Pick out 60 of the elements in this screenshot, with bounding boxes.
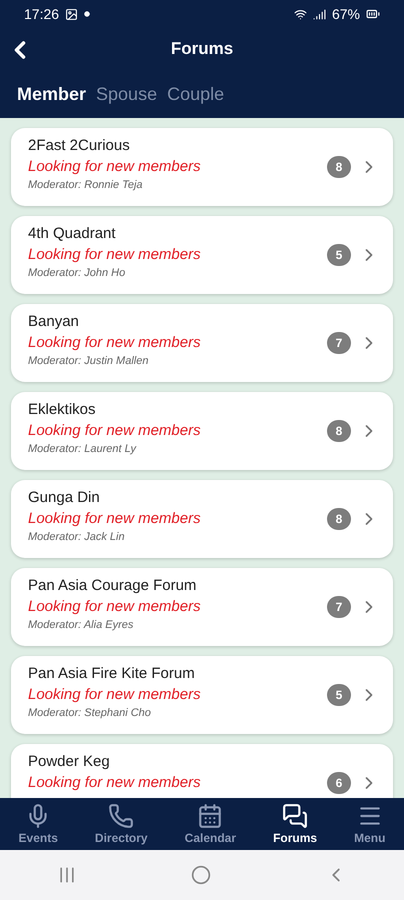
calendar-icon	[197, 803, 224, 829]
member-count: 8	[327, 156, 351, 178]
nav-tab[interactable]: Forums	[273, 803, 318, 845]
moderator-label: Moderator: Justin Mallen	[28, 355, 150, 367]
nav-tab[interactable]: Calendar	[184, 803, 236, 845]
chat-bubbles-icon	[282, 803, 308, 829]
forum-name: Powder Keg	[28, 753, 111, 770]
nav-tab[interactable]: Menu	[354, 803, 386, 845]
forum-status: Looking for new members	[28, 158, 202, 175]
member-count: 5	[327, 244, 351, 266]
forum-name: Banyan	[28, 313, 80, 330]
wifi-icon	[294, 8, 307, 20]
forum-status: Looking for new members	[28, 598, 202, 615]
forum-card[interactable]: Gunga Din Looking for new members Moderator: Jack Lin 8	[11, 480, 393, 558]
moderator-label: Moderator: John Ho	[28, 267, 126, 279]
forum-name: Pan Asia Fire Kite Forum	[28, 665, 196, 682]
battery-percent: 67%	[332, 6, 360, 22]
dot-icon	[84, 11, 90, 17]
forum-name: Gunga Din	[28, 489, 101, 506]
member-count: 8	[327, 508, 351, 530]
forum-card[interactable]: Banyan Looking for new members Moderator: Justin Mallen 7	[11, 304, 393, 382]
member-count: 5	[327, 684, 351, 706]
forum-status: Looking for new members	[28, 774, 202, 791]
member-count: 6	[327, 772, 351, 794]
moderator-label: Moderator: Ronnie Teja	[28, 179, 144, 191]
circle-icon	[191, 865, 211, 885]
image-icon	[65, 8, 78, 20]
moderator-label: Moderator: Alia Eyres	[28, 619, 134, 631]
forum-name: 4th Quadrant	[28, 225, 117, 242]
tab[interactable]: Spouse	[96, 84, 158, 104]
member-count: 7	[327, 332, 351, 354]
home-button[interactable]	[191, 865, 211, 885]
forum-card[interactable]: Pan Asia Courage Forum Looking for new members Moderator: Alia Eyres 7	[11, 568, 393, 646]
forum-name: Eklektikos	[28, 401, 97, 418]
forum-card[interactable]: Powder Keg Looking for new members 6	[11, 744, 393, 798]
tab[interactable]: Member	[17, 84, 86, 104]
status-time: 17:26	[24, 6, 60, 22]
moderator-label: Moderator: Laurent Ly	[28, 443, 138, 455]
member-count: 7	[327, 596, 351, 618]
forum-status: Looking for new members	[28, 686, 202, 703]
page-title: Forums	[170, 39, 234, 59]
nav-tab[interactable]: Directory	[94, 803, 148, 845]
forum-status: Looking for new members	[28, 334, 202, 351]
forum-status: Looking for new members	[28, 422, 202, 439]
forum-name: 2Fast 2Curious	[28, 137, 131, 154]
member-count: 8	[327, 420, 351, 442]
battery-icon	[366, 7, 380, 21]
signal-icon	[312, 8, 326, 20]
nav-tab[interactable]: Events	[18, 803, 58, 845]
forum-status: Looking for new members	[28, 510, 202, 527]
forum-card[interactable]: Pan Asia Fire Kite Forum Looking for new members Moderator: Stephani Cho 5	[11, 656, 393, 734]
forum-status: Looking for new members	[28, 246, 202, 263]
phone-icon	[108, 803, 134, 829]
moderator-label: Moderator: Jack Lin	[28, 531, 126, 543]
tab[interactable]: Couple	[167, 84, 224, 104]
forum-card[interactable]: 4th Quadrant Looking for new members Moderator: John Ho 5	[11, 216, 393, 294]
forum-name: Pan Asia Courage Forum	[28, 577, 198, 594]
moderator-label: Moderator: Stephani Cho	[28, 707, 152, 719]
forum-card[interactable]: 2Fast 2Curious Looking for new members Moderator: Ronnie Teja 8	[11, 128, 393, 206]
forum-card[interactable]: Eklektikos Looking for new members Moderator: Laurent Ly 8	[11, 392, 393, 470]
